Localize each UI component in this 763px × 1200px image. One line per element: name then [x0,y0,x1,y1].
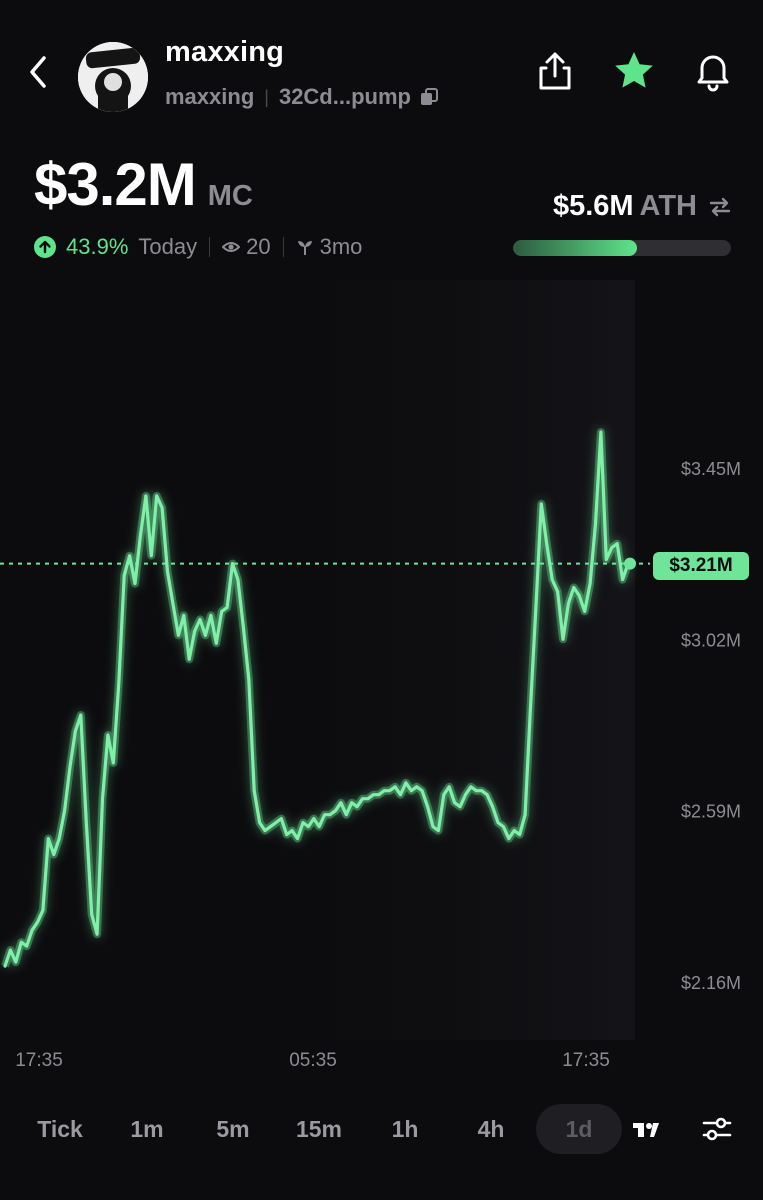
timeframe-bar: Tick 1m 5m 15m 1h 4h 1d [0,1104,763,1156]
current-price-dot [624,557,636,570]
change-period: Today [138,234,198,259]
contract-address[interactable]: 32Cd...pump [279,84,411,110]
price-chart[interactable]: $3.45M $3.02M $2.59M $2.16M 17:35 05:35 17:35 [0,280,763,1090]
token-header: maxxing maxxing | 32Cd...pump [0,0,763,140]
current-price-label: $3.21M [653,552,749,580]
token-subtitle: maxxing | 32Cd...pump [165,84,439,110]
y-tick-label: $3.02M [681,630,741,650]
eye-icon [222,242,241,252]
x-tick-label: 05:35 [289,1050,337,1071]
timeframe-tick-button[interactable]: Tick [22,1104,98,1154]
timeframe-1d-button[interactable]: 1d [536,1104,622,1154]
timeframe-4h-button[interactable]: 4h [456,1104,526,1154]
back-chevron-icon[interactable] [22,50,56,94]
star-icon[interactable] [611,48,657,94]
timeframe-15m-button[interactable]: 15m [284,1104,354,1154]
swap-icon[interactable] [707,194,733,220]
avatar-logo-image [78,42,148,112]
ath-indicator: $5.6M ATH [553,190,733,223]
token-ticker: maxxing [165,84,255,109]
token-age: 3mo [319,234,363,259]
subtitle-divider: | [264,86,269,107]
x-tick-label: 17:35 [562,1050,610,1071]
arrow-up-circle-icon [34,236,56,258]
stats-divider [282,237,284,257]
timeframe-5m-button[interactable]: 5m [198,1104,268,1154]
market-cap-value: $3.2M [34,151,197,218]
market-cap-unit: MC [207,180,253,212]
chart-settings-icon[interactable] [700,1114,734,1144]
stats-divider [209,237,211,257]
watchers-count: 20 [246,234,271,259]
token-avatar [78,42,148,112]
ath-progress-fill [513,240,638,256]
ath-progress-bar [513,240,731,256]
y-tick-label: $2.16M [681,973,741,993]
token-name: maxxing [165,36,285,68]
timeframe-1h-button[interactable]: 1h [370,1104,440,1154]
timeframe-1m-button[interactable]: 1m [112,1104,182,1154]
share-icon[interactable] [532,48,578,94]
change-percent: 43.9% [66,234,129,259]
copy-icon[interactable] [419,87,439,107]
x-tick-label: 17:35 [15,1050,63,1071]
chart-shade [300,280,635,1040]
bell-icon[interactable] [690,48,736,94]
ath-label: ATH [639,190,697,222]
sprout-icon [297,241,312,255]
market-cap: $3.2M MC [34,150,253,219]
y-tick-label: $2.59M [681,802,741,822]
token-stats: 43.9% Today 20 3mo [34,234,362,260]
tradingview-icon[interactable] [631,1114,665,1144]
ath-value: $5.6M [552,190,634,222]
y-tick-label: $3.45M [681,459,741,479]
